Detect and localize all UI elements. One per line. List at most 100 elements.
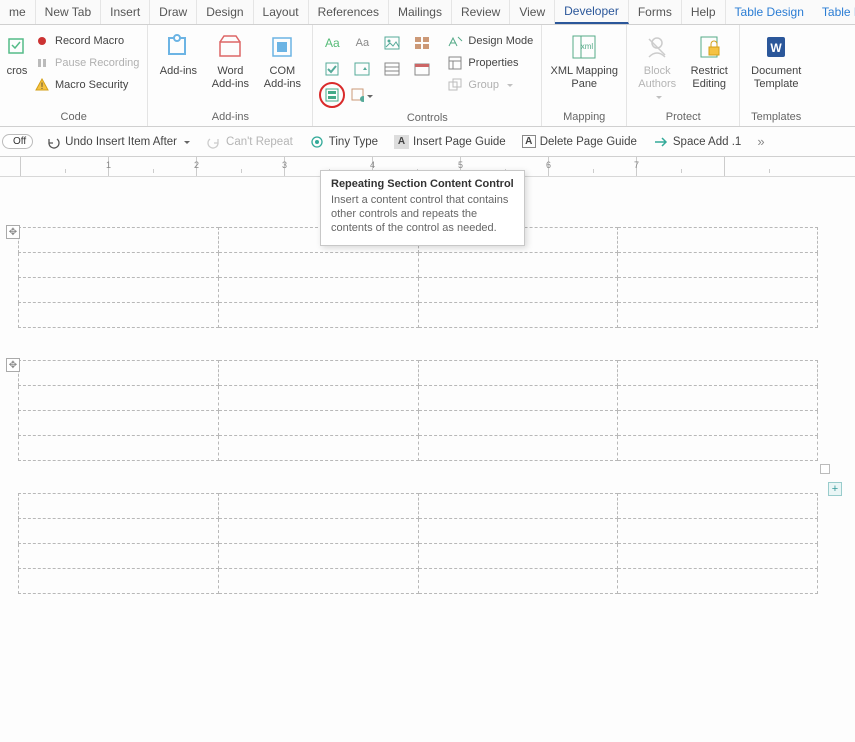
design-mode-label: Design Mode	[468, 35, 533, 47]
security-label: Macro Security	[55, 79, 128, 91]
table-3[interactable]	[18, 493, 845, 594]
design-mode-button[interactable]: Design Mode	[445, 32, 535, 50]
xml-icon: xml	[568, 31, 600, 63]
addins-button[interactable]: Add-ins	[154, 28, 202, 78]
ruler-mark: 5	[458, 160, 463, 170]
toggle-off[interactable]: Off	[2, 134, 33, 149]
tab-draw[interactable]: Draw	[150, 0, 197, 24]
tab-help[interactable]: Help	[682, 0, 726, 24]
building-block-control[interactable]	[411, 32, 433, 54]
ribbon-tabs: me New Tab Insert Draw Design Layout Ref…	[0, 0, 855, 25]
warning-icon: !	[34, 77, 50, 93]
repeating-section-control[interactable]	[319, 82, 345, 108]
template-label: Document Template	[751, 65, 801, 90]
delete-guide-icon: A	[522, 135, 536, 148]
more-commands[interactable]: »	[753, 132, 768, 151]
table-row[interactable]	[19, 386, 818, 411]
table-row[interactable]	[19, 569, 818, 594]
group-mapping-label: Mapping	[563, 109, 605, 126]
record-macro-button[interactable]: Record Macro	[32, 32, 141, 50]
checkbox-control[interactable]	[321, 58, 343, 80]
properties-label: Properties	[468, 57, 518, 69]
table-row[interactable]	[19, 411, 818, 436]
group-addins-label: Add-ins	[212, 109, 249, 126]
tiny-type-icon	[309, 134, 325, 150]
table-move-handle[interactable]: ✥	[6, 225, 20, 239]
space-label: Space Add .1	[673, 136, 741, 148]
group-protect-label: Protect	[666, 109, 701, 126]
picture-control[interactable]	[381, 32, 403, 54]
table-row[interactable]	[19, 303, 818, 328]
tiny-type-button[interactable]: Tiny Type	[305, 132, 382, 152]
dropdown-control[interactable]	[381, 58, 403, 80]
resize-handle[interactable]	[820, 464, 830, 474]
ruler-mark: 2	[194, 160, 199, 170]
tooltip-title: Repeating Section Content Control	[331, 178, 514, 190]
tab-layout[interactable]: Layout	[254, 0, 309, 24]
table-row[interactable]	[19, 436, 818, 461]
addins-label: Add-ins	[160, 65, 197, 78]
svg-text:xml: xml	[581, 42, 594, 51]
ruler-mark: 4	[370, 160, 375, 170]
space-add-button[interactable]: Space Add .1	[649, 132, 745, 152]
tab-review[interactable]: Review	[452, 0, 510, 24]
delete-page-guide-button[interactable]: A Delete Page Guide	[518, 133, 641, 150]
tab-home-cut[interactable]: me	[0, 0, 36, 24]
table-row[interactable]	[19, 544, 818, 569]
group-templates-label: Templates	[751, 109, 801, 126]
tooltip-body: Insert a content control that contains o…	[331, 194, 514, 235]
tab-references[interactable]: References	[309, 0, 389, 24]
com-addins-label: COM Add-ins	[264, 65, 301, 90]
table-2[interactable]: ✥ +	[18, 360, 845, 461]
quick-access-row: Off Undo Insert Item After Can't Repeat …	[0, 127, 855, 157]
repeat-label: Can't Repeat	[226, 136, 293, 148]
combo-box-control[interactable]	[351, 58, 373, 80]
undo-button[interactable]: Undo Insert Item After	[41, 132, 194, 152]
store-icon	[214, 31, 246, 63]
tab-newtab[interactable]: New Tab	[36, 0, 101, 24]
table-move-handle[interactable]: ✥	[6, 358, 20, 372]
macros-button-cut[interactable]: cros	[6, 28, 28, 78]
word-addins-button[interactable]: Word Add-ins	[206, 28, 254, 90]
restrict-editing-button[interactable]: Restrict Editing	[685, 28, 733, 90]
tab-forms[interactable]: Forms	[629, 0, 682, 24]
group-addins: Add-ins Word Add-ins COM Add-ins Add-ins	[148, 25, 313, 126]
tab-table-layout[interactable]: Table Layout	[813, 0, 855, 24]
tab-view[interactable]: View	[510, 0, 555, 24]
group-mapping: xml XML Mapping Pane Mapping	[542, 25, 627, 126]
design-mode-icon	[447, 33, 463, 49]
template-icon: W	[760, 31, 792, 63]
xml-mapping-button[interactable]: xml XML Mapping Pane	[548, 28, 620, 90]
addins-icon	[162, 31, 194, 63]
group-controls-label: Controls	[407, 110, 448, 127]
tab-mailings[interactable]: Mailings	[389, 0, 452, 24]
tab-developer[interactable]: Developer	[555, 0, 629, 24]
properties-button[interactable]: Properties	[445, 54, 535, 72]
macro-security-button[interactable]: ! Macro Security	[32, 76, 141, 94]
repeat-button: Can't Repeat	[202, 132, 297, 152]
tab-table-design[interactable]: Table Design	[726, 0, 813, 24]
tab-insert[interactable]: Insert	[101, 0, 150, 24]
table-row[interactable]	[19, 494, 818, 519]
macros-icon	[1, 31, 33, 63]
ipg-label: Insert Page Guide	[413, 136, 506, 148]
tab-design[interactable]: Design	[197, 0, 253, 24]
plain-text-control[interactable]: Aa	[351, 32, 373, 54]
legacy-tools[interactable]	[351, 84, 373, 106]
table-row[interactable]	[19, 253, 818, 278]
restrict-label: Restrict Editing	[691, 65, 728, 90]
date-picker-control[interactable]	[411, 58, 433, 80]
com-addins-button[interactable]: COM Add-ins	[258, 28, 306, 90]
table-row[interactable]	[19, 361, 818, 386]
ruler-mark: 6	[546, 160, 551, 170]
undo-icon	[45, 134, 61, 150]
group-icon	[447, 77, 463, 93]
table-row[interactable]	[19, 519, 818, 544]
record-label: Record Macro	[55, 35, 124, 47]
insert-page-guide-button[interactable]: A Insert Page Guide	[390, 133, 510, 151]
ruler-mark: 3	[282, 160, 287, 170]
rich-text-control[interactable]: Aa	[321, 32, 343, 54]
table-row[interactable]	[19, 278, 818, 303]
document-template-button[interactable]: W Document Template	[746, 28, 806, 90]
document-canvas[interactable]: ✥ ✥ +	[0, 177, 855, 742]
